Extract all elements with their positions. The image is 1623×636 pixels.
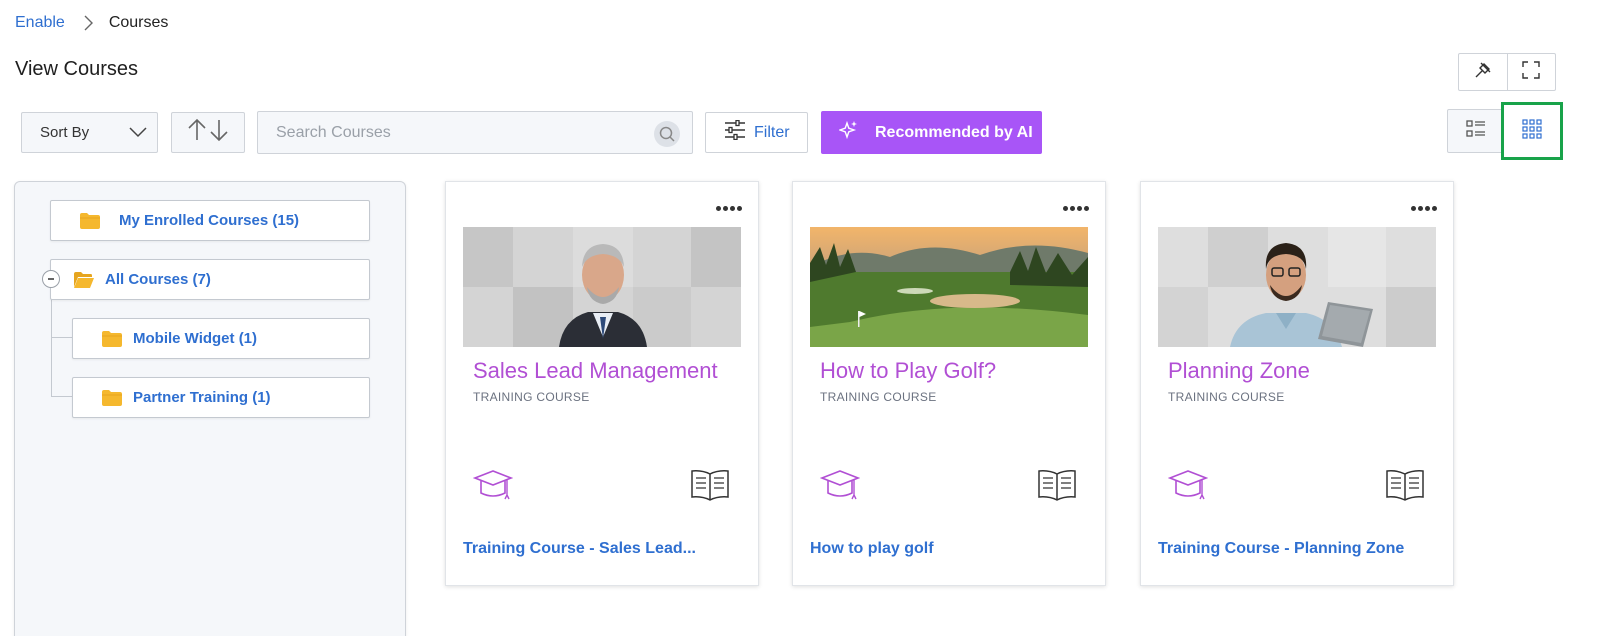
list-view-icon: [1466, 119, 1486, 143]
course-type: TRAINING COURSE: [1168, 390, 1285, 404]
folder-icon: [101, 330, 123, 348]
search-icon[interactable]: [654, 121, 680, 147]
tree-connector: [51, 288, 52, 396]
tree-node-mobile-widget[interactable]: Mobile Widget (1): [72, 318, 370, 359]
course-title[interactable]: How to Play Golf?: [820, 358, 996, 384]
tree-connector: [51, 396, 72, 397]
tree-node-enrolled[interactable]: My Enrolled Courses (15): [50, 200, 370, 241]
page-actions: [1458, 53, 1556, 91]
tree-node-mobile-widget-label: Mobile Widget (1): [133, 330, 258, 347]
course-type: TRAINING COURSE: [820, 390, 937, 404]
pin-icon: [1474, 61, 1492, 84]
folder-icon: [101, 389, 123, 407]
graduation-cap-icon: [819, 468, 861, 507]
collapse-toggle-icon[interactable]: [42, 270, 60, 288]
course-type: TRAINING COURSE: [473, 390, 590, 404]
more-dots-icon[interactable]: [1411, 202, 1437, 214]
more-dots-icon[interactable]: [1063, 202, 1089, 214]
filter-sliders-icon: [724, 119, 746, 145]
recommended-by-ai-label: Recommended by AI: [875, 123, 1033, 141]
fullscreen-icon: [1522, 60, 1540, 84]
grid-view-icon: [1522, 118, 1542, 144]
course-card[interactable]: How to Play Golf? TRAINING COURSE How to…: [792, 181, 1106, 586]
filter-label: Filter: [754, 123, 790, 141]
folder-open-icon: [73, 271, 95, 289]
page-title: View Courses: [15, 58, 139, 80]
sort-by-dropdown[interactable]: Sort By: [21, 112, 158, 153]
fullscreen-button[interactable]: [1506, 54, 1556, 90]
breadcrumb-enable-link[interactable]: Enable: [15, 14, 65, 32]
list-view-button[interactable]: [1448, 110, 1504, 152]
sparkle-icon: [837, 120, 859, 145]
grid-view-button[interactable]: [1501, 102, 1563, 160]
search-input[interactable]: [258, 112, 638, 153]
course-thumbnail: [463, 227, 741, 347]
tree-node-all-courses-label: All Courses (7): [105, 271, 211, 288]
recommended-by-ai-button[interactable]: Recommended by AI: [821, 111, 1042, 154]
filter-button[interactable]: Filter: [705, 112, 808, 153]
book-icon: [1385, 468, 1425, 507]
course-link[interactable]: How to play golf: [810, 540, 934, 558]
search-box: [257, 111, 693, 154]
sort-by-label: Sort By: [40, 124, 90, 141]
course-thumbnail: [1158, 227, 1436, 347]
course-title[interactable]: Sales Lead Management: [473, 358, 718, 384]
sort-direction-button[interactable]: [171, 112, 245, 153]
tree-node-partner-training-label: Partner Training (1): [133, 389, 271, 406]
more-dots-icon[interactable]: [716, 202, 742, 214]
tree-connector: [51, 337, 72, 338]
chevron-down-icon: [129, 125, 147, 143]
folder-icon: [79, 212, 101, 230]
tree-node-partner-training[interactable]: Partner Training (1): [72, 377, 370, 418]
course-link[interactable]: Training Course - Planning Zone: [1158, 540, 1404, 558]
chevron-right-icon: [83, 15, 93, 31]
graduation-cap-icon: [1167, 468, 1209, 507]
breadcrumb-current: Courses: [108, 14, 169, 31]
sort-arrows-icon: [185, 118, 231, 147]
tree-node-all-courses[interactable]: All Courses (7): [50, 259, 370, 300]
book-icon: [690, 468, 730, 507]
course-category-tree: My Enrolled Courses (15) All Courses (7)…: [14, 181, 406, 636]
breadcrumb: Enable Courses: [15, 14, 168, 32]
course-card[interactable]: Sales Lead Management TRAINING COURSE Tr…: [445, 181, 759, 586]
course-thumbnail: [810, 227, 1088, 347]
course-card[interactable]: Planning Zone TRAINING COURSE Training C…: [1140, 181, 1454, 586]
course-link[interactable]: Training Course - Sales Lead...: [463, 540, 696, 558]
tree-node-enrolled-label: My Enrolled Courses (15): [119, 212, 300, 229]
graduation-cap-icon: [472, 468, 514, 507]
book-icon: [1037, 468, 1077, 507]
view-toggle: [1447, 102, 1563, 160]
pin-button[interactable]: [1459, 54, 1507, 90]
course-title[interactable]: Planning Zone: [1168, 358, 1310, 384]
